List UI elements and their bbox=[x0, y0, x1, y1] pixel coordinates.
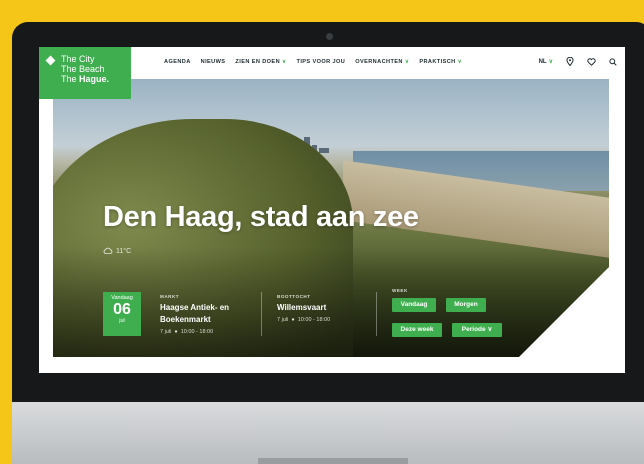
nav-agenda[interactable]: AGENDA bbox=[164, 59, 191, 65]
chevron-down-icon: ∨ bbox=[404, 59, 410, 65]
nav-zien-en-doen[interactable]: ZIEN EN DOEN ∨ bbox=[235, 59, 286, 65]
date-day: 06 bbox=[113, 301, 131, 318]
logo-line-hague: The Hague. bbox=[61, 74, 109, 84]
main-menu: AGENDA NIEUWS ZIEN EN DOEN ∨ TIPS VOOR JO… bbox=[164, 59, 462, 65]
monitor-chin bbox=[12, 402, 644, 464]
hero-corner-cut bbox=[519, 267, 609, 357]
nav-tools: NL ∨ bbox=[539, 57, 617, 66]
event-name: Willemsvaart bbox=[277, 303, 327, 312]
nav-zien-en-doen-label: ZIEN EN DOEN bbox=[235, 59, 281, 65]
divider bbox=[376, 292, 377, 336]
heart-icon[interactable] bbox=[587, 57, 596, 66]
event-card[interactable]: BOOTTOCHT Willemsvaart 7 juli ● 10:00 - … bbox=[277, 294, 367, 323]
event-date: 7 juli bbox=[277, 317, 289, 323]
logo-prefix: The bbox=[61, 74, 80, 84]
filter-tomorrow-button[interactable]: Morgen bbox=[446, 298, 486, 312]
search-icon[interactable] bbox=[609, 57, 617, 66]
language-label: NL bbox=[538, 59, 547, 65]
filter-label: WEEK bbox=[392, 288, 408, 293]
logo-line-beach: The Beach bbox=[61, 64, 105, 74]
divider bbox=[261, 292, 262, 336]
filter-period-button[interactable]: Periode ∨ bbox=[452, 323, 502, 337]
temperature: 11°C bbox=[116, 248, 132, 255]
nav-nieuws[interactable]: NIEUWS bbox=[201, 59, 226, 65]
weather-indicator: 11°C bbox=[103, 247, 131, 256]
nav-praktisch[interactable]: PRAKTISCH ∨ bbox=[419, 59, 462, 65]
event-time: 10:00 - 18:00 bbox=[180, 329, 214, 335]
chevron-down-icon: ∨ bbox=[457, 59, 463, 65]
event-category: BOOTTOCHT bbox=[277, 294, 311, 299]
event-name: Haagse Antiek- en Boekenmarkt bbox=[160, 303, 230, 324]
filter-today-button[interactable]: Vandaag bbox=[392, 298, 436, 312]
chevron-down-icon: ∨ bbox=[282, 59, 287, 65]
event-meta: 7 juli ● 10:00 - 18:00 bbox=[277, 317, 331, 323]
chevron-down-icon: ∨ bbox=[487, 326, 493, 333]
event-meta: 7 juli ● 10:00 - 18:00 bbox=[160, 329, 214, 335]
language-selector[interactable]: NL ∨ bbox=[539, 58, 553, 65]
site-logo[interactable]: The City The Beach The Hague. bbox=[39, 47, 131, 99]
chevron-down-icon: ∨ bbox=[548, 59, 553, 65]
filter-this-week-button[interactable]: Deze week bbox=[392, 323, 442, 337]
nav-tips-voor-jou[interactable]: TIPS VOOR JOU bbox=[297, 59, 346, 65]
website-screen: AGENDA NIEUWS ZIEN EN DOEN ∨ TIPS VOOR JO… bbox=[39, 47, 625, 373]
webcam bbox=[326, 33, 333, 40]
nav-overnachten[interactable]: OVERNACHTEN ∨ bbox=[355, 59, 409, 65]
logo-line-city: The City bbox=[61, 54, 95, 64]
event-category: MARKT bbox=[160, 294, 180, 299]
event-date: 7 juli bbox=[160, 329, 172, 335]
logo-bold-word: Hague. bbox=[79, 74, 110, 84]
event-time: 10:00 - 18:00 bbox=[297, 317, 331, 323]
monitor-stand bbox=[258, 458, 408, 464]
cloud-icon bbox=[103, 247, 113, 256]
date-badge: Vandaag 06 jul bbox=[103, 292, 141, 336]
nav-overnachten-label: OVERNACHTEN bbox=[355, 59, 403, 65]
date-month: jul bbox=[119, 318, 125, 324]
logo-diamond-icon bbox=[45, 55, 56, 66]
filter-period-label: Periode bbox=[461, 326, 486, 333]
hero-title: Den Haag, stad aan zee bbox=[103, 201, 419, 233]
map-pin-icon[interactable] bbox=[566, 57, 574, 66]
event-card[interactable]: MARKT Haagse Antiek- en Boekenmarkt 7 ju… bbox=[160, 294, 240, 335]
nav-praktisch-label: PRAKTISCH bbox=[419, 59, 456, 65]
